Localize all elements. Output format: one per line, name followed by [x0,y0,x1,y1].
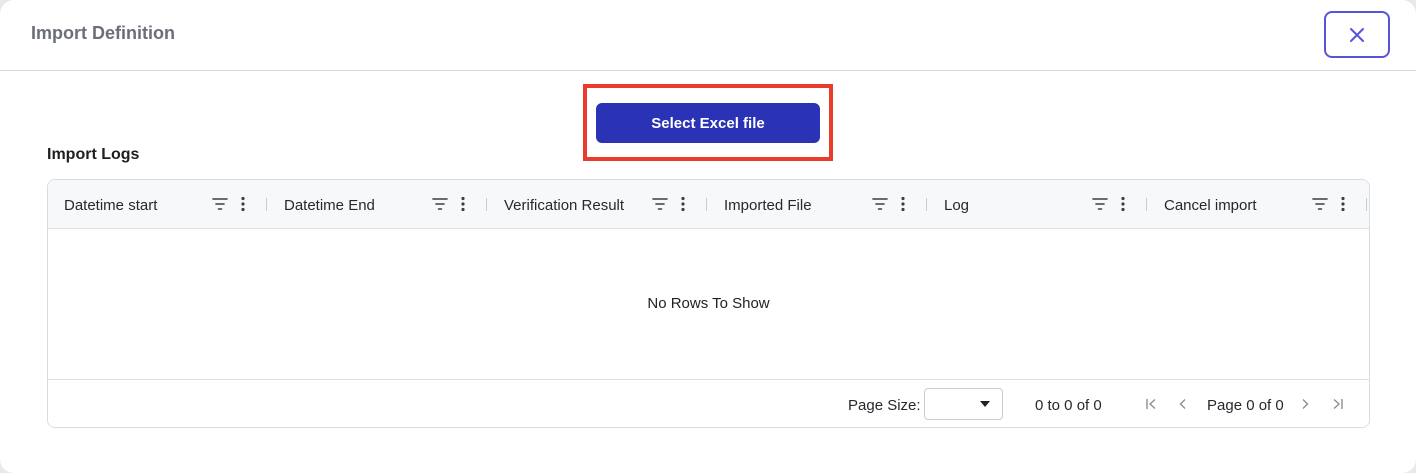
chevron-right-icon [1302,399,1309,409]
filter-icon[interactable] [1092,197,1108,211]
column-label: Datetime start [64,197,158,214]
close-button[interactable] [1324,11,1390,58]
column-header-datetime-end[interactable]: Datetime End [268,180,488,229]
import-logs-title: Import Logs [47,146,140,163]
filter-icon[interactable] [872,197,888,211]
page-indicator: Page 0 of 0 [1207,397,1284,414]
chevron-down-icon [980,401,990,407]
column-label: Cancel import [1164,197,1257,214]
dialog-header: Import Definition [0,0,1416,71]
column-resize-handle[interactable] [1146,198,1147,211]
column-label: Imported File [724,197,812,214]
column-resize-handle[interactable] [706,198,707,211]
column-header-verification-result[interactable]: Verification Result [488,180,708,229]
column-resize-handle[interactable] [926,198,927,211]
page-size-label: Page Size: [848,397,921,414]
last-page-button[interactable] [1330,394,1346,414]
select-excel-file-button[interactable]: Select Excel file [596,103,820,143]
filter-icon[interactable] [432,197,448,211]
filter-icon[interactable] [652,197,668,211]
first-page-button[interactable] [1143,394,1159,414]
close-icon [1350,27,1364,42]
grid-header: Datetime start Datetime End Verification… [48,180,1369,229]
column-menu-icon[interactable] [900,196,906,212]
column-label: Verification Result [504,197,625,214]
no-rows-message: No Rows To Show [647,295,770,312]
page-size-select[interactable] [924,388,1003,420]
column-menu-icon[interactable] [680,196,686,212]
column-menu-icon[interactable] [240,196,246,212]
column-resize-handle[interactable] [1366,198,1367,211]
import-logs-grid: Datetime start Datetime End Verification… [47,179,1370,428]
column-menu-icon[interactable] [1120,196,1126,212]
previous-page-button[interactable] [1175,394,1191,414]
filter-icon[interactable] [1312,197,1328,211]
first-page-icon [1146,398,1156,410]
chevron-left-icon [1179,399,1186,409]
column-menu-icon[interactable] [1340,196,1346,212]
column-resize-handle[interactable] [486,198,487,211]
dialog-title: Import Definition [31,23,175,43]
next-page-button[interactable] [1297,394,1313,414]
pagination-bar: Page Size: 0 to 0 of 0 Page 0 of 0 [48,379,1369,427]
column-header-log[interactable]: Log [928,180,1148,229]
column-header-cancel-import[interactable]: Cancel import [1148,180,1368,229]
row-count-summary: 0 to 0 of 0 [1035,397,1102,414]
column-header-imported-file[interactable]: Imported File [708,180,928,229]
column-label: Log [944,197,970,214]
column-header-datetime-start[interactable]: Datetime start [48,180,268,229]
column-label: Datetime End [284,197,375,214]
column-resize-handle[interactable] [266,198,267,211]
filter-icon[interactable] [212,197,228,211]
last-page-icon [1333,398,1343,410]
import-definition-dialog: Import Definition Select Excel file Impo… [0,0,1416,473]
column-menu-icon[interactable] [460,196,466,212]
